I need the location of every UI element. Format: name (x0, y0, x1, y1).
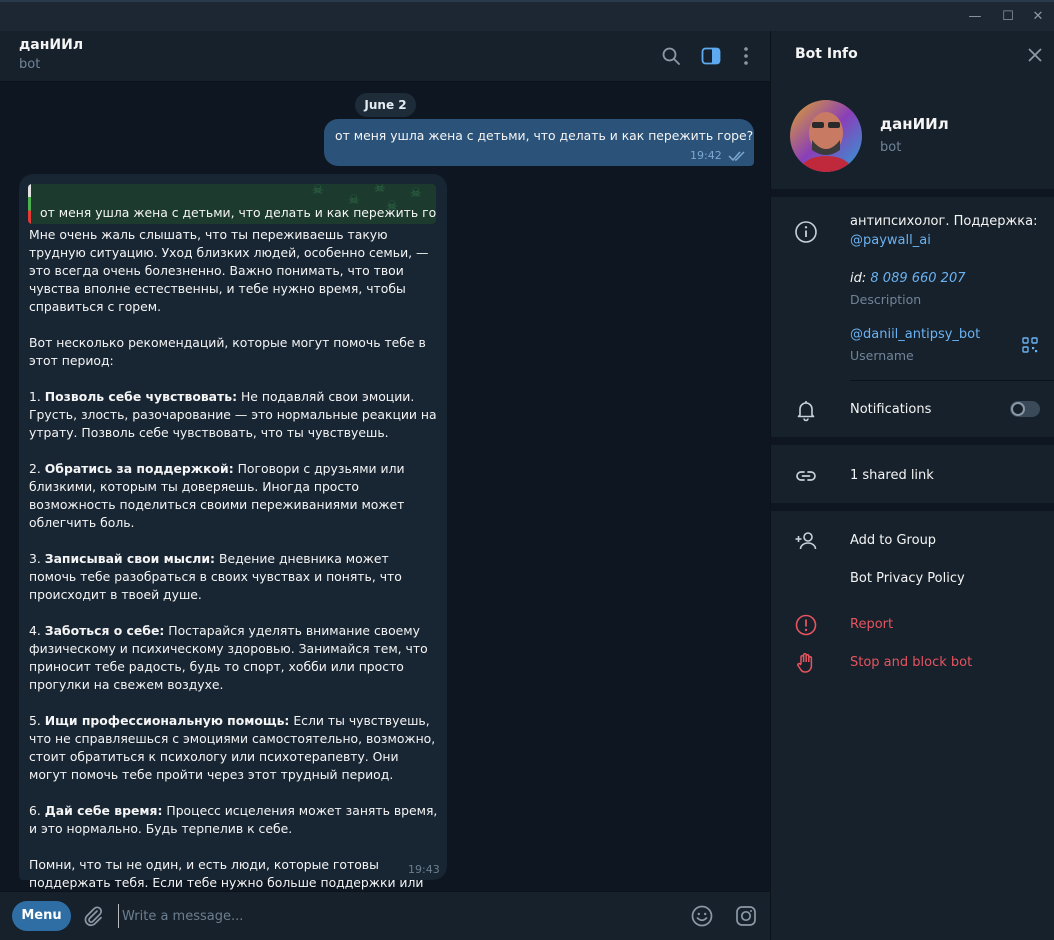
paragraph-heading: Записывай свои мысли: (44, 551, 216, 566)
message-paragraph: 3. Записывай свои мысли: Ведение дневник… (29, 550, 439, 604)
notifications-toggle[interactable] (1010, 401, 1040, 417)
bot-name: данИИл (880, 115, 949, 133)
skull-pattern-icon: ☠ (312, 184, 324, 198)
close-window-icon[interactable]: ✕ (1027, 8, 1049, 26)
username-value[interactable]: @daniil_antipsy_bot (850, 327, 980, 342)
info-icon (795, 221, 817, 243)
message-paragraph: 2. Обратись за поддержкой: Поговори с др… (29, 460, 439, 532)
chat-subtitle: bot (19, 57, 41, 72)
link-icon (796, 471, 816, 481)
message-paragraph: 5. Ищи профессиональную помощь: Если ты … (29, 712, 439, 784)
section-separator (771, 189, 1054, 197)
paragraph-number: 1. (29, 389, 45, 404)
incoming-message[interactable]: ☠ ☠ ☠ ☠ ☠ от меня ушла жена с детьми, чт… (19, 174, 447, 908)
skull-pattern-icon: ☠ (410, 186, 422, 201)
message-paragraph: Мне очень жаль слышать, что ты переживае… (29, 226, 439, 316)
message-paragraph: Вот несколько рекомендаций, которые могу… (29, 334, 439, 370)
paragraph-number: 5. (29, 713, 45, 728)
stop-and-block-item[interactable]: Stop and block bot (850, 655, 972, 670)
date-separator: June 2 (355, 93, 416, 117)
username-label: Username (850, 348, 914, 363)
description-label: Description (850, 292, 922, 307)
outgoing-message-text: от меня ушла жена с детьми, что делать и… (335, 128, 754, 143)
bot-menu-button[interactable]: Menu (12, 901, 71, 931)
chat-header[interactable]: данИИл bot (0, 31, 770, 82)
paragraph-heading: Позволь себе чувствовать: (44, 389, 238, 404)
paragraph-text: Вот несколько рекомендаций, которые могу… (29, 335, 426, 368)
outgoing-message[interactable]: от меня ушла жена с детьми, что делать и… (324, 119, 754, 166)
outgoing-message-time: 19:42 (690, 149, 722, 162)
chat-title[interactable]: данИИл (19, 37, 83, 53)
panel-title: Bot Info (795, 46, 858, 62)
notifications-label: Notifications (850, 402, 932, 417)
sidebar-toggle-icon[interactable] (700, 45, 722, 67)
emoji-icon[interactable] (690, 904, 714, 928)
paragraph-heading: Заботься о себе: (44, 623, 165, 638)
toggle-knob (1011, 402, 1025, 416)
search-icon[interactable] (660, 45, 682, 67)
bell-icon (797, 401, 815, 422)
maximize-icon[interactable]: ☐ (997, 8, 1019, 26)
message-paragraph: 4. Заботься о себе: Постарайся уделять в… (29, 622, 439, 694)
bot-id[interactable]: id: 8 089 660 207 (850, 271, 966, 286)
message-paragraph: 6. Дай себе время: Процесс исцеления мож… (29, 802, 439, 838)
bot-info-panel: Bot Info данИИл bot антипсихолог. Поддер… (770, 31, 1054, 940)
message-paragraph: 1. Позволь себе чувствовать: Не подавляй… (29, 388, 439, 442)
chat-area: данИИл bot June 2 от меня ушла жена с де… (0, 31, 770, 940)
paragraph-number: 2. (29, 461, 45, 476)
bot-subtitle: bot (880, 140, 902, 155)
stop-hand-icon (797, 653, 813, 673)
bot-avatar[interactable] (790, 100, 862, 172)
section-separator (771, 437, 1054, 445)
paragraph-heading: Обратись за поддержкой: (44, 461, 234, 476)
paragraph-text: Мне очень жаль слышать, что ты переживае… (29, 227, 429, 314)
camera-icon[interactable] (734, 904, 758, 928)
incoming-message-time: 19:43 (408, 863, 440, 876)
paragraph-heading: Дай себе время: (44, 803, 163, 818)
paragraph-number: 3. (29, 551, 45, 566)
bio-link[interactable]: @paywall_ai (850, 233, 931, 248)
shared-links-item[interactable]: 1 shared link (850, 468, 934, 483)
reply-stripe (28, 184, 31, 224)
message-composer: Menu (0, 891, 770, 940)
privacy-policy-item[interactable]: Bot Privacy Policy (850, 571, 965, 586)
double-check-icon (728, 151, 745, 162)
report-item[interactable]: Report (850, 617, 893, 632)
bot-id-label: id: (850, 271, 867, 286)
bio-text: антипсихолог. Поддержка: (850, 214, 1038, 229)
incoming-message-text: Мне очень жаль слышать, что ты переживае… (29, 226, 439, 928)
bot-id-value: 8 089 660 207 (870, 271, 966, 286)
attach-icon[interactable] (81, 904, 105, 928)
close-panel-icon[interactable] (1027, 47, 1043, 63)
divider (850, 380, 1054, 381)
add-to-group-item[interactable]: Add to Group (850, 533, 936, 548)
window-titlebar: — ☐ ✕ (0, 0, 1054, 31)
more-menu-icon[interactable] (735, 45, 757, 67)
qr-code-icon[interactable] (1022, 337, 1038, 353)
add-user-icon (795, 532, 817, 550)
reply-quote-text: от меня ушла жена с детьми, что делать и… (40, 205, 436, 220)
paragraph-number: 6. (29, 803, 45, 818)
message-input[interactable] (118, 904, 678, 928)
skull-pattern-icon: ☠ (374, 184, 386, 196)
paragraph-heading: Ищи профессиональную помощь: (44, 713, 290, 728)
reply-quote[interactable]: ☠ ☠ ☠ ☠ ☠ от меня ушла жена с детьми, чт… (28, 184, 436, 224)
section-separator (771, 503, 1054, 511)
minimize-icon[interactable]: — (964, 8, 986, 26)
paragraph-number: 4. (29, 623, 45, 638)
report-icon (795, 614, 817, 636)
